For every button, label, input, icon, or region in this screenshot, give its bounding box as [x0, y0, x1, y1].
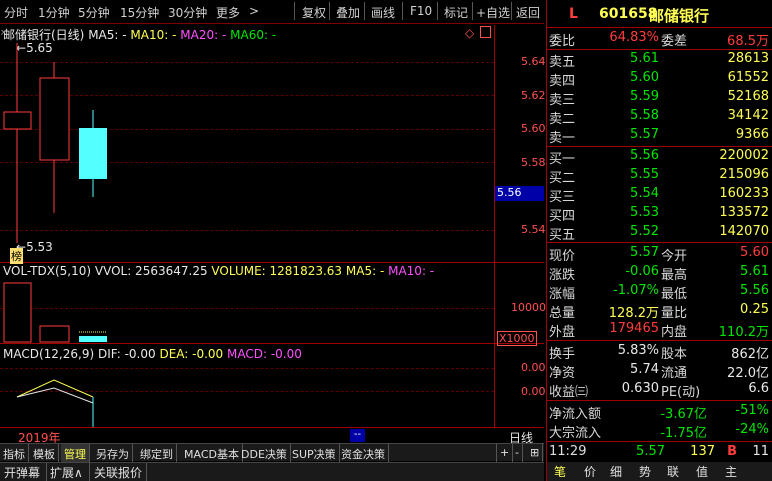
tab-related[interactable]: 联	[667, 463, 679, 480]
ask-row[interactable]: 卖三 5.59 52168	[547, 88, 771, 108]
zoom-in-button[interactable]: +	[496, 444, 514, 462]
tab-15min[interactable]: 15分钟	[120, 4, 159, 21]
stat-row: 外盘 179465 内盘 110.2万	[549, 321, 769, 340]
ask-row[interactable]: 卖四 5.60 61552	[547, 69, 771, 89]
bid-row[interactable]: 买四 5.53 133572	[547, 204, 771, 224]
layout-icon[interactable]: ⊞	[527, 444, 544, 462]
macd-tick: 0.00	[521, 385, 546, 398]
bid-row[interactable]: 买一 5.56 220002	[547, 147, 771, 167]
extension-bar: 开弹幕 扩展∧ 关联报价	[0, 462, 544, 481]
weicha-value: 68.5万	[727, 34, 769, 49]
stock-name: 邮储银行	[649, 7, 710, 25]
f10-button[interactable]: F10	[410, 4, 432, 18]
stat-row: 现价 5.57 今开 5.60	[549, 245, 769, 264]
tab-manage[interactable]: 管理	[61, 444, 90, 462]
bid-row[interactable]: 买二 5.55 215096	[547, 166, 771, 186]
tab-price[interactable]: 价	[584, 463, 596, 480]
ask-row[interactable]: 卖五 5.61 28613	[547, 50, 771, 70]
tab-fenshi[interactable]: 分时	[4, 4, 28, 21]
period-toolbar: 分时 1分钟 5分钟 15分钟 30分钟 更多 > 复权 叠加 画线 F10 标…	[0, 0, 544, 24]
tab-1min[interactable]: 1分钟	[38, 4, 70, 21]
volume-tick: 10000	[511, 301, 546, 314]
fund-row: 换手 5.83% 股本 862亿	[549, 343, 769, 362]
tab-template[interactable]: 模板	[30, 444, 59, 462]
macd-tick: 0.00	[521, 361, 546, 374]
tab-detail[interactable]: 细	[610, 463, 622, 480]
fund-row: 收益㈢ 0.630 PE(动) 6.6	[549, 381, 769, 400]
flow-row: 净流入额 -3.67亿 -51%	[549, 403, 769, 422]
bid-row[interactable]: 买三 5.54 160233	[547, 185, 771, 205]
tab-capital[interactable]: 资金决策	[338, 444, 389, 462]
price-tick: 5.58	[521, 156, 546, 169]
zoom-out-button[interactable]: -	[512, 444, 523, 462]
bid-row[interactable]: 买五 5.52 142070	[547, 223, 771, 243]
ask-row[interactable]: 卖二 5.58 34142	[547, 107, 771, 127]
panel-tabs: 笔 价 细 势 联 值 主	[547, 462, 772, 481]
volume-bars	[3, 282, 107, 343]
indicator-tabs: 指标 模板 管理 另存为 绑定到 MACD基本 DDE决策 SUP决策 资金决策…	[0, 443, 544, 462]
back-button[interactable]: 返回	[516, 4, 540, 21]
add-watchlist-button[interactable]: +自选	[476, 4, 510, 21]
quote-panel: L 601658 邮储银行 委比 64.83% 委差 68.5万 卖五 5.61…	[546, 0, 772, 481]
stat-row: 总量 128.2万 量比 0.25	[549, 302, 769, 321]
stock-header: L 601658 邮储银行	[547, 0, 772, 28]
flow-row: 大宗流入 -1.75亿 -24%	[549, 422, 769, 441]
tab-bind-to[interactable]: 绑定到	[137, 444, 177, 462]
price-tick: 5.62	[521, 89, 546, 102]
weibi-value: 64.83%	[609, 30, 659, 45]
tab-sup[interactable]: SUP决策	[289, 444, 340, 462]
related-quote-button[interactable]: 关联报价	[94, 464, 142, 481]
fund-row: 净资 5.74 流通 22.0亿	[549, 362, 769, 381]
expand-button[interactable]: 扩展∧	[50, 464, 83, 481]
market-flag: L	[569, 6, 578, 22]
tick-row: 11:29 5.57 137 B 11	[549, 444, 769, 459]
tab-save-as[interactable]: 另存为	[93, 444, 133, 462]
tab-dde[interactable]: DDE决策	[238, 444, 291, 462]
price-tick: 5.60	[521, 122, 546, 135]
candlestick-chart: ×	[0, 28, 107, 243]
kline-chart-area[interactable]: 邮储银行(日线) MA5: - MA10: - MA20: - MA60: - …	[0, 25, 546, 445]
tab-value[interactable]: 值	[696, 463, 708, 480]
tab-indicator[interactable]: 指标	[0, 444, 29, 462]
price-tick: 5.54	[521, 223, 546, 236]
tab-5min[interactable]: 5分钟	[78, 4, 110, 21]
tab-trades[interactable]: 笔	[554, 463, 566, 480]
tab-macd-basic[interactable]: MACD基本	[181, 444, 243, 462]
tab-30min[interactable]: 30分钟	[168, 4, 207, 21]
volume-unit: X1000	[497, 331, 537, 346]
mark-button[interactable]: 标记	[444, 4, 468, 21]
danmaku-toggle[interactable]: 开弹幕	[4, 464, 40, 481]
chevron-right-icon[interactable]: >	[249, 4, 259, 18]
fuquan-button[interactable]: 复权	[302, 4, 326, 21]
draw-line-button[interactable]: 画线	[371, 4, 395, 21]
stat-row: 涨跌 -0.06 最高 5.61	[549, 264, 769, 283]
weibi-row: 委比 64.83% 委差 68.5万	[549, 30, 769, 49]
tab-more[interactable]: 更多	[216, 4, 240, 21]
current-price-tag: 5.56	[495, 186, 544, 201]
price-tick: 5.64	[521, 55, 546, 68]
ask-row[interactable]: 卖一 5.57 9366	[547, 126, 771, 146]
tab-main[interactable]: 主	[725, 463, 737, 480]
overlay-button[interactable]: 叠加	[336, 4, 360, 21]
svg-text:×: ×	[0, 28, 8, 38]
stat-row: 涨幅 -1.07% 最低 5.56	[549, 283, 769, 302]
macd-lines	[16, 379, 94, 427]
tab-trend[interactable]: 势	[639, 463, 651, 480]
cursor-marker: --	[350, 429, 365, 442]
